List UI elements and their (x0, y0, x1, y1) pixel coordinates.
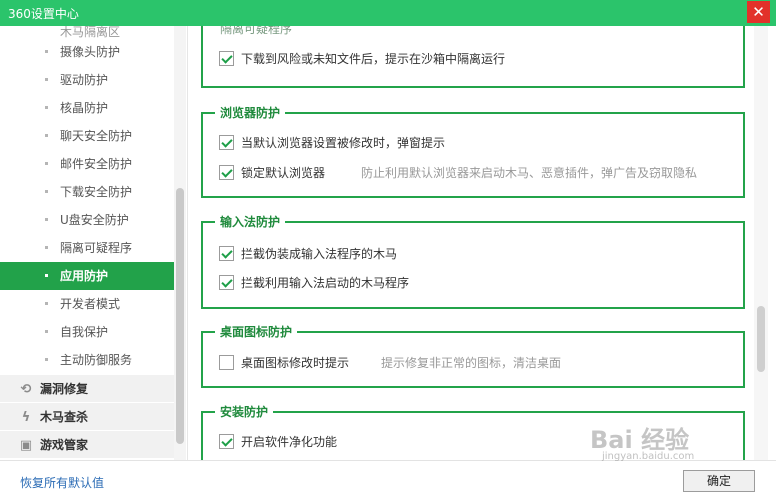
checkbox[interactable] (219, 135, 234, 150)
group-desktop-icon: 桌面图标防护 桌面图标修改时提示 提示修复非正常的图标，清洁桌面 (201, 323, 745, 388)
sidebar-item-label: 主动防御服务 (60, 353, 133, 367)
sidebar-list: 木马隔离区 摄像头防护 驱动防护 核晶防护 聊天安全防护 邮件安全防护 下载安全… (0, 26, 174, 458)
sidebar-item-download[interactable]: 下载安全防护 (0, 178, 174, 206)
group-browser: 浏览器防护 当默认浏览器设置被修改时，弹窗提示 锁定默认浏览器 防止利用默认浏览… (201, 104, 745, 198)
lightning-icon: ϟ (21, 410, 31, 425)
window-title: 360设置中心 (8, 7, 79, 21)
option-label: 桌面图标修改时提示 (241, 356, 350, 370)
bullet-icon (45, 78, 48, 81)
option-hint: 提示修复非正常的图标，清洁桌面 (381, 356, 562, 370)
main-scroll-thumb[interactable] (757, 306, 765, 372)
bullet-icon (45, 162, 48, 165)
sidebar-item-self-protect[interactable]: 自我保护 (0, 318, 174, 346)
gamepad-icon: ▣ (19, 438, 33, 453)
sidebar-item-label: 木马隔离区 (60, 26, 121, 38)
bullet-icon (45, 190, 48, 193)
shield-refresh-icon: ⟲ (20, 382, 32, 397)
group-ime: 输入法防护 拦截伪装成输入法程序的木马 拦截利用输入法启动的木马程序 (201, 213, 745, 309)
sidebar-item-label: 驱动防护 (60, 73, 109, 87)
option-label: 开启软件净化功能 (241, 435, 338, 449)
sidebar-item-label: 邮件安全防护 (60, 157, 133, 171)
ok-button[interactable]: 确定 (683, 470, 755, 492)
sidebar-item-chat[interactable]: 聊天安全防护 (0, 122, 174, 150)
bullet-icon (45, 134, 48, 137)
sidebar-item-label: 应用防护 (60, 269, 109, 283)
sidebar-group-label: 漏洞修复 (40, 382, 89, 396)
sidebar-item-defense-service[interactable]: 主动防御服务 (0, 346, 174, 374)
restore-defaults-link[interactable]: 恢复所有默认值 (20, 474, 104, 491)
bullet-icon (45, 274, 48, 277)
checkbox[interactable] (219, 275, 234, 290)
group-title: 输入法防护 (215, 213, 286, 231)
bullet-icon (45, 302, 48, 305)
main-scrollbar[interactable] (754, 26, 768, 460)
sidebar-item-driver[interactable]: 驱动防护 (0, 66, 174, 94)
option-hint: 防止利用默认浏览器来启动木马、恶意插件，弹广告及窃取隐私 (361, 166, 698, 180)
settings-panel: 隔离可疑程序 下载到风险或未知文件后，提示在沙箱中隔离运行 浏览器防护 当默认浏… (189, 26, 776, 460)
sidebar: 木马隔离区 摄像头防护 驱动防护 核晶防护 聊天安全防护 邮件安全防护 下载安全… (0, 26, 188, 460)
sidebar-item-usb[interactable]: U盘安全防护 (0, 206, 174, 234)
sidebar-item-label: 开发者模式 (60, 297, 121, 311)
group-title: 桌面图标防护 (215, 323, 298, 341)
sidebar-item-label: 自我保护 (60, 325, 109, 339)
sidebar-item-label: U盘安全防护 (60, 213, 129, 227)
sidebar-item-mail[interactable]: 邮件安全防护 (0, 150, 174, 178)
sidebar-item-label: 核晶防护 (60, 101, 109, 115)
sidebar-group-label: 木马查杀 (40, 410, 89, 424)
footer: 恢复所有默认值 确定 (0, 460, 776, 496)
sidebar-group-label: 游戏管家 (40, 438, 89, 452)
sidebar-item-quarantine[interactable]: 隔离可疑程序 (0, 234, 174, 262)
sidebar-scrollbar[interactable] (174, 26, 186, 460)
sidebar-item-app-protection[interactable]: 应用防护 (0, 262, 174, 290)
bullet-icon (45, 246, 48, 249)
sidebar-scroll-thumb[interactable] (176, 188, 184, 444)
option-label: 当默认浏览器设置被修改时，弹窗提示 (241, 136, 446, 150)
option-label: 锁定默认浏览器 (241, 166, 326, 180)
checkbox[interactable] (219, 51, 234, 66)
checkbox[interactable] (219, 434, 234, 449)
sidebar-item-camera[interactable]: 摄像头防护 (0, 38, 174, 66)
group-quarantine: 隔离可疑程序 下载到风险或未知文件后，提示在沙箱中隔离运行 (201, 26, 745, 88)
option-label: 拦截伪装成输入法程序的木马 (241, 247, 398, 261)
bullet-icon (45, 358, 48, 361)
watermark-url: jingyan.baidu.com (602, 451, 695, 462)
sidebar-group-game[interactable]: ▣ 游戏管家 (0, 430, 174, 458)
bullet-icon (45, 106, 48, 109)
watermark: Bai 经验 (590, 426, 690, 454)
group-title: 安装防护 (215, 403, 274, 421)
sidebar-item-label: 聊天安全防护 (60, 129, 133, 143)
group-title: 浏览器防护 (215, 104, 286, 122)
group-title: 隔离可疑程序 (215, 26, 298, 38)
bullet-icon (45, 218, 48, 221)
checkbox[interactable] (219, 246, 234, 261)
sidebar-item-kernel[interactable]: 核晶防护 (0, 94, 174, 122)
close-button[interactable]: ✕ (747, 1, 770, 23)
sidebar-item-developer[interactable]: 开发者模式 (0, 290, 174, 318)
option-label: 拦截利用输入法启动的木马程序 (241, 276, 410, 290)
option-label: 下载到风险或未知文件后，提示在沙箱中隔离运行 (241, 52, 506, 66)
sidebar-item-label: 摄像头防护 (60, 45, 121, 59)
sidebar-item-label: 下载安全防护 (60, 185, 133, 199)
title-bar: 360设置中心 ✕ (0, 0, 776, 26)
sidebar-item-label: 隔离可疑程序 (60, 241, 133, 255)
checkbox[interactable] (219, 165, 234, 180)
bullet-icon (45, 330, 48, 333)
sidebar-group-trojan[interactable]: ϟ 木马查杀 (0, 402, 174, 430)
checkbox[interactable] (219, 355, 234, 370)
sidebar-group-vuln[interactable]: ⟲ 漏洞修复 (0, 374, 174, 402)
sidebar-item-partial[interactable]: 木马隔离区 (0, 26, 174, 38)
bullet-icon (45, 50, 48, 53)
